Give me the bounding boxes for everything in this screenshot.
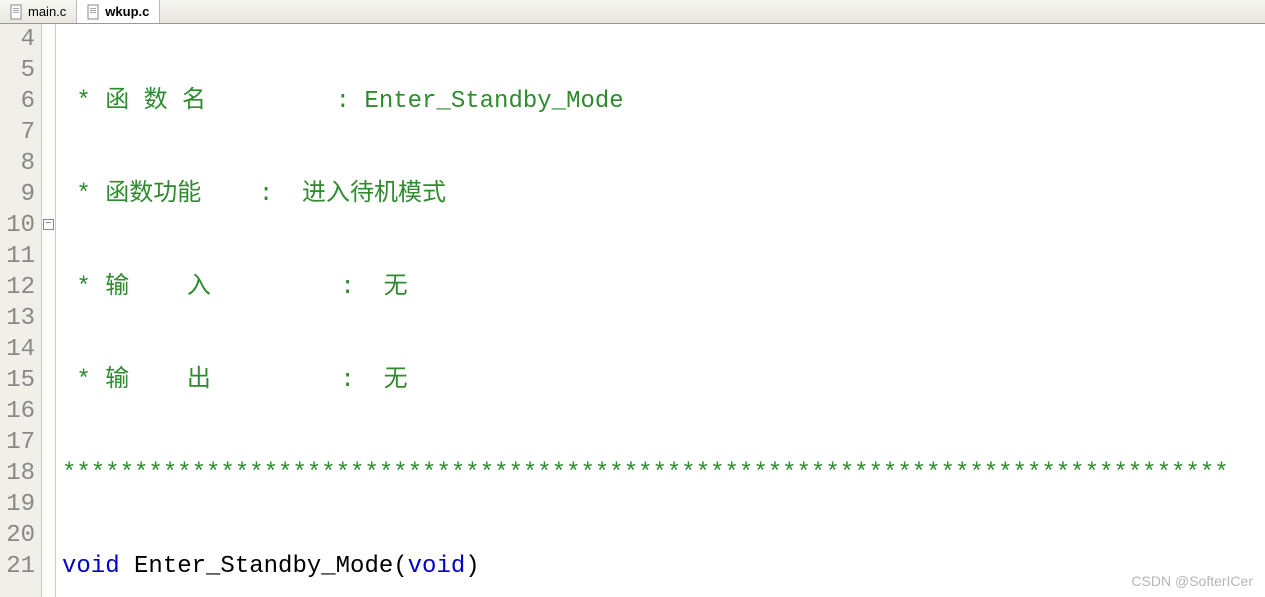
- comment: * 函数功能 : 进入待机模式: [62, 181, 446, 208]
- tab-label: wkup.c: [105, 4, 149, 19]
- fold-column: −: [42, 24, 56, 597]
- editor: 456789101112131415161718192021 − * 函 数 名…: [0, 24, 1265, 597]
- keyword: void: [408, 553, 466, 580]
- fold-toggle[interactable]: −: [43, 219, 54, 230]
- tab-bar: main.c wkup.c: [0, 0, 1265, 24]
- keyword: void: [62, 553, 120, 580]
- watermark: CSDN @SofterICer: [1131, 573, 1253, 589]
- comment: ****************************************…: [62, 460, 1229, 487]
- comment: * 函 数 名 : Enter_Standby_Mode: [62, 88, 624, 115]
- tab-main-c[interactable]: main.c: [0, 0, 77, 23]
- code-text: Enter_Standby_Mode(: [120, 553, 408, 580]
- line-number-gutter: 456789101112131415161718192021: [0, 24, 42, 597]
- tab-label: main.c: [28, 4, 66, 19]
- comment: * 输 出 : 无: [62, 367, 408, 394]
- file-icon: [87, 4, 101, 20]
- tab-wkup-c[interactable]: wkup.c: [77, 0, 160, 23]
- code-area[interactable]: * 函 数 名 : Enter_Standby_Mode * 函数功能 : 进入…: [56, 24, 1265, 597]
- comment: * 输 入 : 无: [62, 274, 408, 301]
- code-text: ): [465, 553, 479, 580]
- file-icon: [10, 4, 24, 20]
